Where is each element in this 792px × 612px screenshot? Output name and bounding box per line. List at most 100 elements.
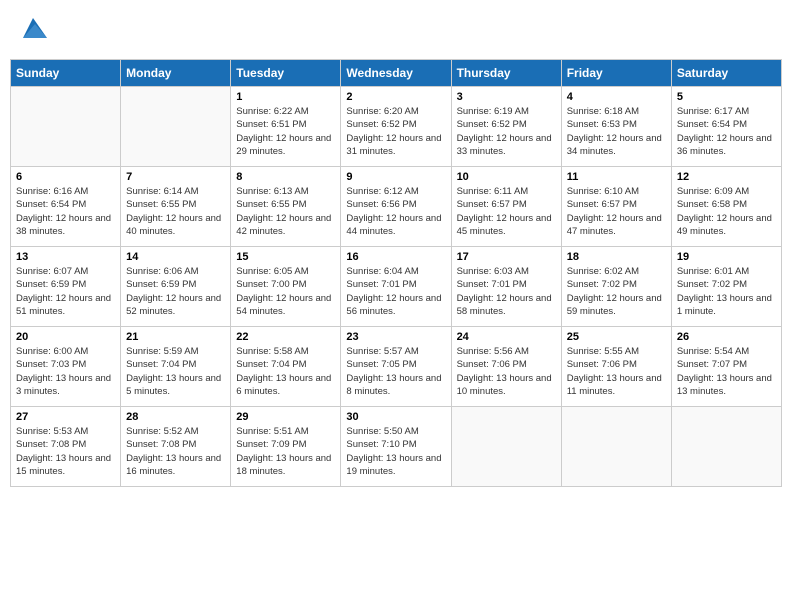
day-info: Sunrise: 6:07 AMSunset: 6:59 PMDaylight:… — [16, 265, 115, 318]
day-info: Sunrise: 6:05 AMSunset: 7:00 PMDaylight:… — [236, 265, 335, 318]
day-info: Sunrise: 6:00 AMSunset: 7:03 PMDaylight:… — [16, 345, 115, 398]
day-number: 20 — [16, 331, 115, 343]
day-info: Sunrise: 5:59 AMSunset: 7:04 PMDaylight:… — [126, 345, 225, 398]
day-number: 14 — [126, 251, 225, 263]
calendar-cell: 9Sunrise: 6:12 AMSunset: 6:56 PMDaylight… — [341, 167, 451, 247]
calendar-cell: 11 Sunrise: 6:10 AMSunset: 6:57 PMDayligh… — [561, 167, 671, 247]
day-number: 15 — [236, 251, 335, 263]
calendar-cell: 2 Sunrise: 6:20 AMSunset: 6:52 PMDaylight… — [341, 87, 451, 167]
calendar-cell: 3 Sunrise: 6:19 AMSunset: 6:52 PMDaylight… — [451, 87, 561, 167]
calendar-cell: 13 Sunrise: 6:07 AMSunset: 6:59 PMDayligh… — [11, 247, 121, 327]
calendar-cell: 16 Sunrise: 6:04 AMSunset: 7:01 PMDayligh… — [341, 247, 451, 327]
day-number: 2 — [346, 91, 445, 103]
calendar-cell: 7Sunrise: 6:14 AMSunset: 6:55 PMDaylight… — [121, 167, 231, 247]
day-of-week-header: Sunday — [11, 60, 121, 87]
day-of-week-header: Monday — [121, 60, 231, 87]
logo-icon — [19, 14, 47, 42]
day-info: Sunrise: 6:11 AMSunset: 6:57 PMDaylight:… — [457, 185, 556, 238]
day-info: Sunrise: 5:56 AMSunset: 7:06 PMDaylight:… — [457, 345, 556, 398]
calendar-cell — [11, 87, 121, 167]
day-info: Sunrise: 5:51 AMSunset: 7:09 PMDaylight:… — [236, 425, 335, 478]
day-number: 18 — [567, 251, 666, 263]
calendar-cell — [561, 407, 671, 487]
day-info: Sunrise: 5:53 AMSunset: 7:08 PMDaylight:… — [16, 425, 115, 478]
calendar-cell: 18 Sunrise: 6:02 AMSunset: 7:02 PMDayligh… — [561, 247, 671, 327]
day-number: 26 — [677, 331, 776, 343]
day-info: Sunrise: 6:02 AMSunset: 7:02 PMDaylight:… — [567, 265, 666, 318]
day-info: Sunrise: 5:58 AMSunset: 7:04 PMDaylight:… — [236, 345, 335, 398]
day-number: 16 — [346, 251, 445, 263]
day-number: 27 — [16, 411, 115, 423]
calendar-week-row: 20 Sunrise: 6:00 AMSunset: 7:03 PMDayligh… — [11, 327, 782, 407]
day-number: 8 — [236, 171, 335, 183]
day-number: 29 — [236, 411, 335, 423]
day-number: 23 — [346, 331, 445, 343]
day-info: Sunrise: 6:22 AMSunset: 6:51 PMDaylight:… — [236, 105, 335, 158]
day-number: 6 — [16, 171, 115, 183]
calendar-cell — [121, 87, 231, 167]
page-header — [10, 10, 782, 51]
day-info: Sunrise: 6:09 AMSunset: 6:58 PMDaylight:… — [677, 185, 776, 238]
calendar-week-row: 6 Sunrise: 6:16 AMSunset: 6:54 PMDaylight… — [11, 167, 782, 247]
calendar-cell: 12 Sunrise: 6:09 AMSunset: 6:58 PMDayligh… — [671, 167, 781, 247]
day-number: 7 — [126, 171, 225, 183]
day-number: 10 — [457, 171, 556, 183]
day-info: Sunrise: 5:55 AMSunset: 7:06 PMDaylight:… — [567, 345, 666, 398]
calendar-table: SundayMondayTuesdayWednesdayThursdayFrid… — [10, 59, 782, 487]
day-info: Sunrise: 6:01 AMSunset: 7:02 PMDaylight:… — [677, 265, 776, 318]
day-number: 12 — [677, 171, 776, 183]
calendar-week-row: 13 Sunrise: 6:07 AMSunset: 6:59 PMDayligh… — [11, 247, 782, 327]
day-info: Sunrise: 5:57 AMSunset: 7:05 PMDaylight:… — [346, 345, 445, 398]
day-of-week-header: Saturday — [671, 60, 781, 87]
calendar-cell — [451, 407, 561, 487]
calendar-cell: 25 Sunrise: 5:55 AMSunset: 7:06 PMDayligh… — [561, 327, 671, 407]
calendar-cell: 30 Sunrise: 5:50 AMSunset: 7:10 PMDayligh… — [341, 407, 451, 487]
day-number: 17 — [457, 251, 556, 263]
calendar-cell: 21 Sunrise: 5:59 AMSunset: 7:04 PMDayligh… — [121, 327, 231, 407]
calendar-cell: 4 Sunrise: 6:18 AMSunset: 6:53 PMDaylight… — [561, 87, 671, 167]
day-number: 28 — [126, 411, 225, 423]
day-info: Sunrise: 6:18 AMSunset: 6:53 PMDaylight:… — [567, 105, 666, 158]
day-info: Sunrise: 5:50 AMSunset: 7:10 PMDaylight:… — [346, 425, 445, 478]
logo — [16, 14, 47, 47]
calendar-cell: 1 Sunrise: 6:22 AMSunset: 6:51 PMDaylight… — [231, 87, 341, 167]
day-number: 5 — [677, 91, 776, 103]
day-number: 30 — [346, 411, 445, 423]
day-number: 13 — [16, 251, 115, 263]
day-info: Sunrise: 6:17 AMSunset: 6:54 PMDaylight:… — [677, 105, 776, 158]
day-number: 22 — [236, 331, 335, 343]
calendar-cell: 15 Sunrise: 6:05 AMSunset: 7:00 PMDayligh… — [231, 247, 341, 327]
day-info: Sunrise: 5:52 AMSunset: 7:08 PMDaylight:… — [126, 425, 225, 478]
day-info: Sunrise: 6:19 AMSunset: 6:52 PMDaylight:… — [457, 105, 556, 158]
day-number: 19 — [677, 251, 776, 263]
day-of-week-header: Wednesday — [341, 60, 451, 87]
calendar-cell — [671, 407, 781, 487]
day-info: Sunrise: 6:20 AMSunset: 6:52 PMDaylight:… — [346, 105, 445, 158]
calendar-header-row: SundayMondayTuesdayWednesdayThursdayFrid… — [11, 60, 782, 87]
day-number: 25 — [567, 331, 666, 343]
calendar-cell: 23 Sunrise: 5:57 AMSunset: 7:05 PMDayligh… — [341, 327, 451, 407]
calendar-cell: 5 Sunrise: 6:17 AMSunset: 6:54 PMDaylight… — [671, 87, 781, 167]
calendar-cell: 26 Sunrise: 5:54 AMSunset: 7:07 PMDayligh… — [671, 327, 781, 407]
calendar-cell: 14Sunrise: 6:06 AMSunset: 6:59 PMDayligh… — [121, 247, 231, 327]
day-info: Sunrise: 6:10 AMSunset: 6:57 PMDaylight:… — [567, 185, 666, 238]
day-info: Sunrise: 5:54 AMSunset: 7:07 PMDaylight:… — [677, 345, 776, 398]
calendar-cell: 17Sunrise: 6:03 AMSunset: 7:01 PMDayligh… — [451, 247, 561, 327]
calendar-cell: 22 Sunrise: 5:58 AMSunset: 7:04 PMDayligh… — [231, 327, 341, 407]
day-number: 4 — [567, 91, 666, 103]
calendar-cell: 19 Sunrise: 6:01 AMSunset: 7:02 PMDayligh… — [671, 247, 781, 327]
day-of-week-header: Thursday — [451, 60, 561, 87]
day-info: Sunrise: 6:12 AMSunset: 6:56 PMDaylight:… — [346, 185, 445, 238]
calendar-cell: 6 Sunrise: 6:16 AMSunset: 6:54 PMDaylight… — [11, 167, 121, 247]
calendar-cell: 24 Sunrise: 5:56 AMSunset: 7:06 PMDayligh… — [451, 327, 561, 407]
day-number: 24 — [457, 331, 556, 343]
day-number: 11 — [567, 171, 666, 183]
day-number: 3 — [457, 91, 556, 103]
day-info: Sunrise: 6:16 AMSunset: 6:54 PMDaylight:… — [16, 185, 115, 238]
day-info: Sunrise: 6:04 AMSunset: 7:01 PMDaylight:… — [346, 265, 445, 318]
day-number: 21 — [126, 331, 225, 343]
calendar-cell: 28 Sunrise: 5:52 AMSunset: 7:08 PMDayligh… — [121, 407, 231, 487]
calendar-cell: 8 Sunrise: 6:13 AMSunset: 6:55 PMDaylight… — [231, 167, 341, 247]
day-number: 1 — [236, 91, 335, 103]
day-info: Sunrise: 6:13 AMSunset: 6:55 PMDaylight:… — [236, 185, 335, 238]
